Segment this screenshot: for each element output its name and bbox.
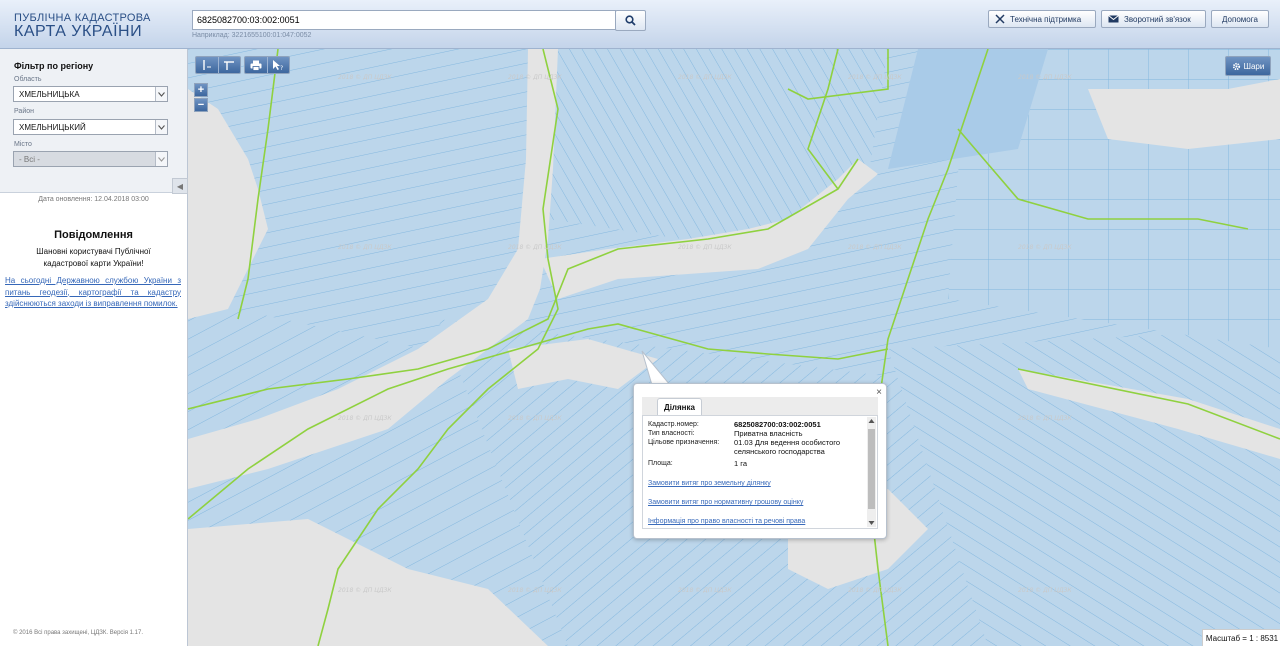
cadastral-number-label: Кадастр.номер: xyxy=(648,421,699,428)
search-icon xyxy=(625,15,636,26)
feedback-button[interactable]: Зворотний зв'язок xyxy=(1101,10,1206,28)
zoom-out-button[interactable]: − xyxy=(194,98,208,112)
notice-text: Шановні користувачі Публічної кадастрово… xyxy=(36,247,151,268)
filter-title: Фільтр по регіону xyxy=(14,61,94,71)
purpose-value: 01.03 Для ведення особистого селянського… xyxy=(734,438,841,456)
order-parcel-extract-link[interactable]: Замовити витяг про земельну ділянку xyxy=(648,480,771,487)
cursor-question-icon: ? xyxy=(273,60,283,71)
support-label: Технічна підтримка xyxy=(1010,14,1082,24)
identify-button[interactable]: ? xyxy=(266,57,290,73)
tools-icon xyxy=(995,14,1005,24)
oblast-select[interactable]: ХМЕЛЬНИЦЬКА xyxy=(13,86,168,102)
envelope-icon xyxy=(1108,15,1119,23)
area-label: Площа: xyxy=(648,460,673,467)
cadastral-number-value: 6825082700:03:002:0051 xyxy=(734,420,821,429)
update-date: Дата оновлення: 12.04.2018 03:00 xyxy=(38,196,149,203)
scrollbar-thumb[interactable] xyxy=(868,429,875,509)
print-toolbar: ? xyxy=(244,56,290,74)
ownership-type-value: Приватна власність xyxy=(734,429,803,438)
region-filter: Фільтр по регіону Область ХМЕЛЬНИЦЬКА Ра… xyxy=(0,49,188,194)
misto-value: - Всі - xyxy=(19,155,40,164)
copyright: © 2016 Всі права захищені, ЦДЗК. Версія … xyxy=(13,630,144,636)
order-valuation-extract-link[interactable]: Замовити витяг про нормативну грошову оц… xyxy=(648,499,803,506)
svg-text:?: ? xyxy=(280,65,283,71)
layers-label: Шари xyxy=(1243,61,1265,71)
help-label: Допомога xyxy=(1222,14,1258,24)
notice-link[interactable]: На сьогодні Державною службою України з … xyxy=(5,275,181,310)
popup-scrollbar[interactable] xyxy=(867,417,876,527)
gear-icon xyxy=(1232,62,1240,70)
ownership-info-link[interactable]: Інформація про право власності та речові… xyxy=(648,518,805,525)
chevron-left-icon: ◀ xyxy=(176,181,184,191)
rayon-label: Район xyxy=(14,108,34,115)
map-canvas xyxy=(188,49,1280,646)
scale-indicator: Масштаб = 1 : 8531 xyxy=(1202,629,1280,646)
ruler-icon xyxy=(203,60,211,70)
measure-length-button[interactable] xyxy=(196,57,218,73)
parcel-popup: × Ділянка Кадастр.номер: 6825082700:03:0… xyxy=(633,383,887,539)
measure-toolbar xyxy=(195,56,241,74)
search-button[interactable] xyxy=(615,10,646,31)
misto-select[interactable]: - Всі - xyxy=(13,151,168,167)
collapse-sidebar-button[interactable]: ◀ xyxy=(172,178,188,194)
oblast-value: ХМЕЛЬНИЦЬКА xyxy=(19,90,80,99)
print-button[interactable] xyxy=(245,57,267,73)
scroll-down-icon[interactable] xyxy=(868,520,875,526)
search-hint: Наприклад: 3221655100:01:047:0052 xyxy=(192,32,312,39)
rayon-select[interactable]: ХМЕЛЬНИЦЬКИЙ xyxy=(13,119,168,135)
scroll-up-icon[interactable] xyxy=(868,418,875,424)
search-input[interactable] xyxy=(192,10,616,30)
ownership-type-label: Тип власності: xyxy=(648,430,695,437)
purpose-label: Цільове призначення: xyxy=(648,439,720,446)
layers-button[interactable]: Шари xyxy=(1225,56,1271,76)
oblast-label: Область xyxy=(14,76,42,83)
misto-label: Місто xyxy=(14,141,32,148)
parcel-info: Кадастр.номер: 6825082700:03:002:0051 Ти… xyxy=(642,415,878,529)
logo-title[interactable]: КАРТА УКРАЇНИ xyxy=(14,23,142,41)
area-ruler-icon xyxy=(224,61,235,70)
app-header: ПУБЛІЧНА КАДАСТРОВА КАРТА УКРАЇНИ Наприк… xyxy=(0,0,1280,49)
notice-title: Повідомлення xyxy=(54,229,133,241)
rayon-value: ХМЕЛЬНИЦЬКИЙ xyxy=(19,123,86,132)
chevron-down-icon xyxy=(155,152,167,166)
chevron-down-icon xyxy=(155,120,167,134)
sidebar: Фільтр по регіону Область ХМЕЛЬНИЦЬКА Ра… xyxy=(0,49,188,646)
tab-parcel[interactable]: Ділянка xyxy=(657,398,702,416)
popup-pointer xyxy=(641,350,673,386)
printer-icon xyxy=(250,60,262,71)
feedback-label: Зворотний зв'язок xyxy=(1124,14,1191,24)
area-value: 1 га xyxy=(734,459,747,468)
chevron-down-icon xyxy=(155,87,167,101)
support-button[interactable]: Технічна підтримка xyxy=(988,10,1096,28)
measure-area-button[interactable] xyxy=(217,57,241,73)
help-button[interactable]: Допомога xyxy=(1211,10,1269,28)
cadastral-map[interactable]: 2018 © ДП ЦДЗК 2018 © ДП ЦДЗК 2018 © ДП … xyxy=(188,49,1280,646)
zoom-in-button[interactable]: + xyxy=(194,83,208,97)
